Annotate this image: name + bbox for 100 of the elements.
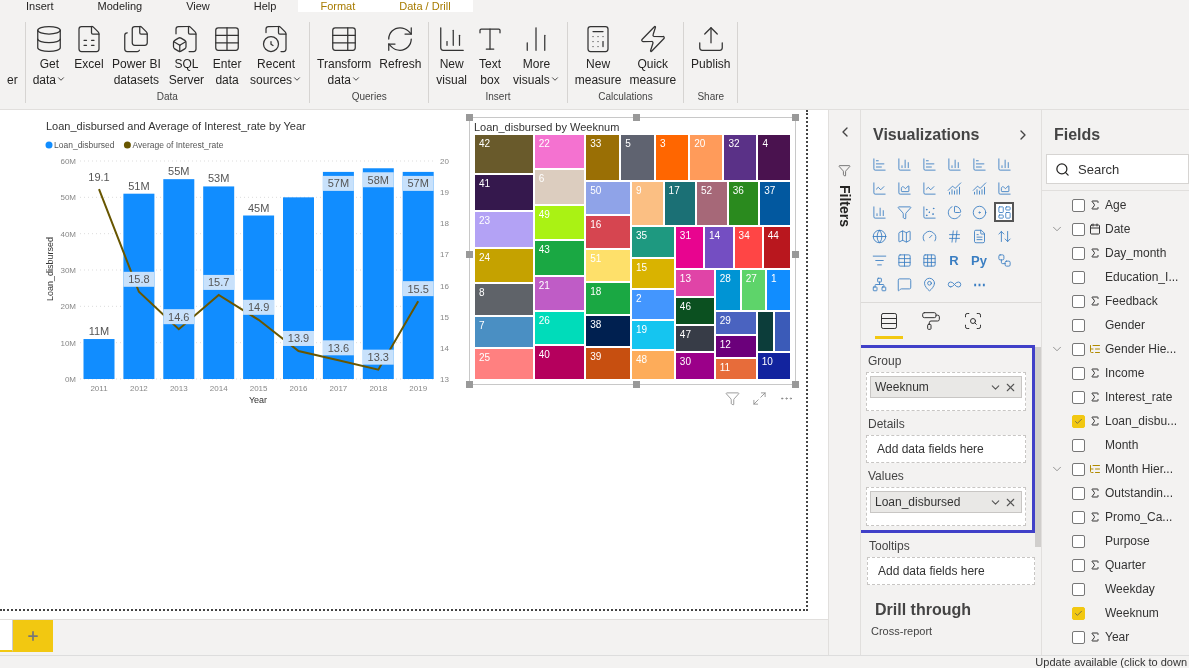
field-name[interactable]: Month Hier... bbox=[1105, 462, 1174, 476]
field-name[interactable]: Date bbox=[1105, 222, 1131, 236]
field-well[interactable]: Weeknum bbox=[866, 372, 1026, 411]
field-name[interactable]: Gender bbox=[1105, 318, 1146, 332]
resize-handle[interactable] bbox=[792, 381, 799, 388]
treemap-tile[interactable]: 5 bbox=[620, 134, 656, 182]
field-name[interactable]: Outstandin... bbox=[1105, 486, 1174, 500]
treemap-tile[interactable]: 4 bbox=[757, 134, 791, 182]
checkbox[interactable] bbox=[1072, 318, 1085, 332]
checkbox[interactable] bbox=[1072, 366, 1085, 380]
treemap-tile[interactable]: 39 bbox=[585, 347, 631, 380]
bar[interactable] bbox=[163, 179, 195, 379]
ribbon-tab[interactable]: Insert bbox=[4, 0, 76, 12]
treemap-tile[interactable]: 30 bbox=[674, 352, 715, 380]
field-well[interactable]: Loan_disbursed bbox=[866, 487, 1026, 526]
checkbox[interactable] bbox=[1072, 486, 1085, 500]
treemap-tile[interactable]: 42 bbox=[474, 134, 534, 174]
checkbox[interactable] bbox=[1072, 390, 1085, 404]
treemap-tile[interactable]: 36 bbox=[727, 181, 760, 226]
checkbox[interactable] bbox=[1072, 294, 1085, 308]
resize-handle[interactable] bbox=[632, 381, 640, 388]
treemap-tile[interactable]: 16 bbox=[585, 215, 631, 249]
resize-handle[interactable] bbox=[466, 381, 473, 388]
ribbon-button[interactable]: Publish bbox=[688, 22, 734, 91]
bar[interactable] bbox=[283, 197, 314, 379]
field-name[interactable]: Income bbox=[1105, 366, 1145, 380]
field-name[interactable]: Year bbox=[1105, 630, 1130, 644]
treemap-icon[interactable] bbox=[994, 202, 1014, 222]
checkbox[interactable] bbox=[1072, 558, 1085, 572]
checkbox[interactable] bbox=[1072, 198, 1085, 212]
checkbox[interactable] bbox=[1072, 270, 1085, 284]
ribbon-button[interactable]: Power BI datasets bbox=[109, 22, 164, 91]
checkbox[interactable] bbox=[1072, 222, 1085, 236]
field-name[interactable]: Feedback bbox=[1105, 294, 1158, 308]
field-name[interactable]: Age bbox=[1105, 198, 1127, 212]
visual-type-button[interactable]: ⋯ bbox=[969, 274, 989, 294]
bar[interactable] bbox=[243, 215, 275, 379]
field-name[interactable]: Education_I... bbox=[1105, 270, 1179, 284]
checkbox[interactable] bbox=[1072, 630, 1085, 644]
checkbox[interactable] bbox=[1072, 534, 1085, 548]
ribbon-tab[interactable]: View bbox=[164, 0, 232, 12]
field-name[interactable]: Promo_Ca... bbox=[1105, 510, 1173, 524]
treemap-tile[interactable]: 10 bbox=[756, 352, 791, 380]
treemap-tile[interactable]: 33 bbox=[585, 134, 621, 182]
field-name[interactable]: Day_month bbox=[1105, 246, 1167, 260]
ribbon-button[interactable]: Enter data bbox=[209, 22, 246, 91]
treemap-tile[interactable]: 35 bbox=[631, 225, 675, 258]
ribbon-tab[interactable]: Format bbox=[298, 0, 378, 12]
visual-type-button[interactable]: Py bbox=[969, 250, 989, 270]
field-name[interactable]: Weekday bbox=[1105, 582, 1155, 596]
bar[interactable] bbox=[83, 339, 115, 379]
field-name[interactable]: Purpose bbox=[1105, 534, 1150, 548]
pane-title[interactable]: Filters bbox=[836, 185, 853, 227]
visual-type-button[interactable]: R bbox=[944, 250, 964, 270]
field-drop-zone[interactable]: Add data fields here bbox=[867, 557, 1035, 585]
ribbon-button[interactable]: Get data bbox=[29, 22, 70, 91]
ribbon-button[interactable]: Recent sources bbox=[247, 22, 306, 91]
treemap-tile[interactable]: 41 bbox=[474, 173, 534, 211]
treemap-tile[interactable]: 52 bbox=[695, 181, 728, 226]
resize-handle[interactable] bbox=[792, 251, 799, 258]
ribbon-tab[interactable]: Help bbox=[231, 0, 299, 12]
checkbox[interactable] bbox=[1072, 582, 1085, 596]
search-field[interactable]: Search bbox=[1078, 157, 1180, 181]
resize-handle[interactable] bbox=[466, 251, 473, 258]
field-pill[interactable]: Weeknum bbox=[870, 376, 1022, 398]
treemap-tile[interactable]: 37 bbox=[759, 181, 791, 226]
fields-tab[interactable] bbox=[875, 311, 903, 339]
ribbon-button[interactable]: er bbox=[4, 22, 21, 103]
checkbox[interactable] bbox=[1072, 342, 1085, 356]
status-text[interactable]: Update available (click to down bbox=[1035, 656, 1189, 668]
bar[interactable] bbox=[203, 186, 235, 379]
search-box[interactable]: Search bbox=[1046, 154, 1189, 184]
scrollbar[interactable] bbox=[1035, 347, 1041, 547]
treemap-tile[interactable]: 7 bbox=[474, 315, 534, 349]
checkbox[interactable] bbox=[1072, 414, 1085, 428]
filter-icon[interactable] bbox=[838, 164, 851, 177]
ribbon-button[interactable]: Refresh bbox=[376, 22, 425, 91]
add-page-button[interactable] bbox=[13, 620, 53, 652]
filter-icon[interactable] bbox=[725, 391, 740, 406]
ribbon-button[interactable]: Excel bbox=[71, 22, 108, 91]
ribbon-button[interactable]: More visuals bbox=[510, 22, 563, 91]
ribbon-button[interactable]: SQL Server bbox=[165, 22, 208, 91]
treemap-tile[interactable] bbox=[774, 310, 791, 353]
bar[interactable] bbox=[123, 193, 155, 379]
field-pill[interactable]: Loan_disbursed bbox=[870, 491, 1022, 513]
ribbon-button[interactable]: Text box bbox=[472, 22, 509, 91]
focus-mode-icon[interactable] bbox=[752, 391, 767, 406]
page-tab[interactable] bbox=[0, 620, 13, 652]
treemap-tile[interactable]: 40 bbox=[533, 345, 586, 380]
ribbon-button[interactable]: Quick measure bbox=[626, 22, 680, 91]
field-name[interactable]: Quarter bbox=[1105, 558, 1146, 572]
checkbox[interactable] bbox=[1072, 606, 1085, 620]
treemap-tile[interactable]: 21 bbox=[533, 275, 586, 311]
treemap-tile[interactable]: 38 bbox=[585, 314, 631, 348]
resize-handle[interactable] bbox=[632, 114, 640, 121]
ribbon-tab[interactable]: Data / Drill bbox=[377, 0, 473, 12]
ribbon-button[interactable]: Transform data bbox=[314, 22, 375, 91]
field-drop-zone[interactable]: Add data fields here bbox=[866, 435, 1026, 463]
bar[interactable] bbox=[322, 171, 354, 379]
treemap-tile[interactable]: 8 bbox=[474, 282, 534, 316]
